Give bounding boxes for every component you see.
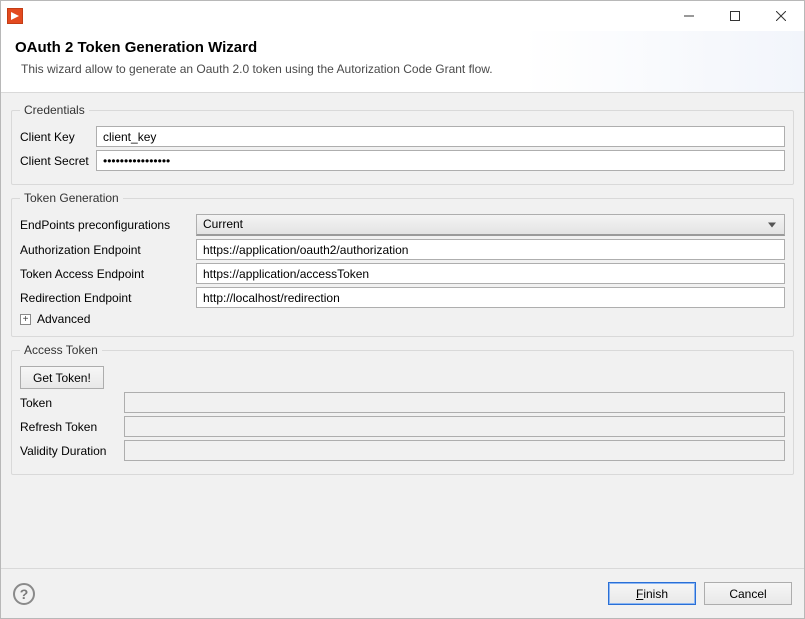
preconfig-value: Current bbox=[203, 217, 243, 231]
advanced-expander[interactable]: + Advanced bbox=[20, 312, 785, 326]
token-endpoint-label: Token Access Endpoint bbox=[20, 267, 190, 281]
token-label: Token bbox=[20, 396, 118, 410]
client-key-input[interactable] bbox=[96, 126, 785, 147]
token-generation-group: Token Generation EndPoints preconfigurat… bbox=[11, 191, 794, 337]
auth-endpoint-input[interactable] bbox=[196, 239, 785, 260]
window-controls bbox=[666, 1, 804, 31]
preconfig-select[interactable]: Current bbox=[196, 214, 785, 236]
maximize-button[interactable] bbox=[712, 1, 758, 31]
close-button[interactable] bbox=[758, 1, 804, 31]
validity-output bbox=[124, 440, 785, 461]
token-endpoint-input[interactable] bbox=[196, 263, 785, 284]
maximize-icon bbox=[730, 11, 740, 21]
auth-endpoint-label: Authorization Endpoint bbox=[20, 243, 190, 257]
get-token-button[interactable]: Get Token! bbox=[20, 366, 104, 389]
help-icon[interactable]: ? bbox=[13, 583, 35, 605]
minimize-icon bbox=[684, 11, 694, 21]
redirect-endpoint-label: Redirection Endpoint bbox=[20, 291, 190, 305]
finish-button[interactable]: Finish bbox=[608, 582, 696, 605]
credentials-legend: Credentials bbox=[20, 103, 89, 117]
redirect-endpoint-input[interactable] bbox=[196, 287, 785, 308]
refresh-token-label: Refresh Token bbox=[20, 420, 118, 434]
wizard-content: Credentials Client Key Client Secret Tok… bbox=[1, 93, 804, 568]
cancel-button[interactable]: Cancel bbox=[704, 582, 792, 605]
access-token-group: Access Token Get Token! Token Refresh To… bbox=[11, 343, 794, 475]
wizard-footer: ? Finish Cancel bbox=[1, 568, 804, 618]
token-generation-legend: Token Generation bbox=[20, 191, 123, 205]
plus-icon: + bbox=[20, 314, 31, 325]
validity-label: Validity Duration bbox=[20, 444, 118, 458]
token-output bbox=[124, 392, 785, 413]
wizard-window: OAuth 2 Token Generation Wizard This wiz… bbox=[0, 0, 805, 619]
page-subtitle: This wizard allow to generate an Oauth 2… bbox=[15, 62, 790, 76]
app-icon bbox=[7, 8, 23, 24]
page-title: OAuth 2 Token Generation Wizard bbox=[15, 39, 790, 56]
titlebar bbox=[1, 1, 804, 31]
client-secret-input[interactable] bbox=[96, 150, 785, 171]
refresh-token-output bbox=[124, 416, 785, 437]
wizard-header: OAuth 2 Token Generation Wizard This wiz… bbox=[1, 31, 804, 93]
client-key-label: Client Key bbox=[20, 130, 90, 144]
advanced-label: Advanced bbox=[37, 312, 90, 326]
close-icon bbox=[776, 11, 786, 21]
credentials-group: Credentials Client Key Client Secret bbox=[11, 103, 794, 185]
access-token-legend: Access Token bbox=[20, 343, 102, 357]
preconfig-label: EndPoints preconfigurations bbox=[20, 218, 190, 232]
client-secret-label: Client Secret bbox=[20, 154, 90, 168]
minimize-button[interactable] bbox=[666, 1, 712, 31]
